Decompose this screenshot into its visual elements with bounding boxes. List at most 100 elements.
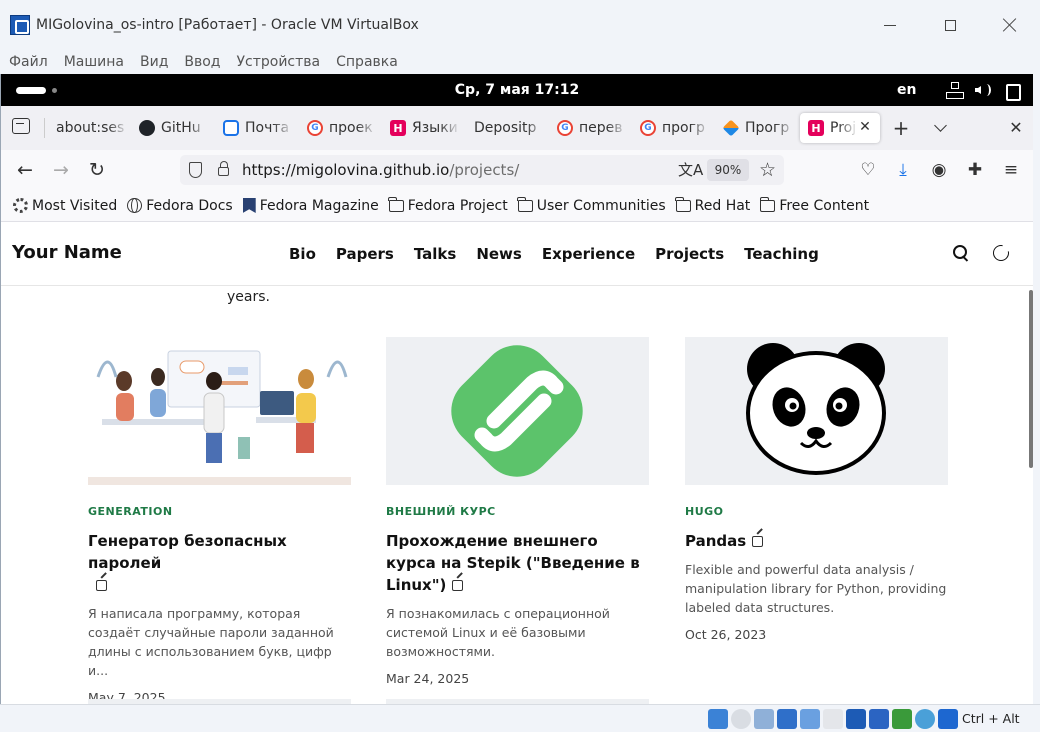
page-scrollbar[interactable] (1029, 290, 1033, 468)
external-link-icon[interactable] (752, 536, 764, 547)
forward-button[interactable]: → (49, 158, 73, 182)
project-date: Oct 26, 2023 (685, 627, 767, 642)
extensions-icon[interactable]: ✚ (963, 158, 987, 182)
project-tag[interactable]: ВНЕШНИЙ КУРС (386, 505, 649, 518)
tracking-protection-icon[interactable] (189, 162, 202, 178)
tab-github[interactable]: GitHu (139, 113, 209, 143)
tab-projects-active[interactable]: H Proj ✕ (800, 113, 880, 143)
search-icon[interactable] (952, 244, 972, 264)
lock-icon[interactable] (218, 161, 229, 176)
project-card[interactable]: ВНЕШНИЙ КУРС Прохождение внешнего курса … (386, 337, 649, 686)
address-bar[interactable]: https://migolovina.github.io/projects/ 文… (180, 155, 784, 185)
external-link-icon[interactable] (452, 580, 464, 591)
nav-papers[interactable]: Papers (336, 245, 394, 263)
external-link-icon[interactable] (96, 580, 107, 591)
account-icon[interactable]: ◉ (927, 158, 951, 182)
display-icon[interactable] (846, 709, 866, 729)
mouse-integration-icon[interactable] (915, 709, 935, 729)
new-tab-button[interactable]: + (890, 117, 912, 139)
vbox-title-bar[interactable]: MIGolovina_os-intro [Работает] - Oracle … (0, 0, 1040, 50)
tab-depositphotos[interactable]: Depositp (474, 113, 546, 143)
project-card[interactable]: HUGO Pandas Flexible and powerful data a… (685, 337, 948, 642)
bookmark-free-content[interactable]: Free Content (759, 196, 870, 214)
app-menu-icon[interactable]: ≡ (999, 158, 1023, 182)
translate-icon[interactable]: 文A (678, 159, 703, 181)
folder-icon (759, 196, 776, 212)
menu-view[interactable]: Вид (140, 54, 168, 70)
nav-experience[interactable]: Experience (542, 245, 635, 263)
downloads-icon[interactable]: ⤓ (891, 158, 915, 182)
bookmark-label: Free Content (779, 197, 870, 214)
web-page: Your Name Bio Papers Talks News Experien… (1, 222, 1033, 704)
kotlin-icon (723, 119, 740, 137)
github-icon (139, 120, 155, 136)
network-icon[interactable] (946, 82, 964, 99)
tab-close-icon[interactable]: ✕ (858, 120, 872, 134)
menu-input[interactable]: Ввод (184, 54, 220, 70)
project-card[interactable]: GENERATION Генератор безопасных паролей … (88, 337, 351, 704)
bookmark-fedora-docs[interactable]: Fedora Docs (127, 198, 233, 214)
project-title[interactable]: Pandas (685, 530, 948, 552)
tab-about-sessionrestore[interactable]: about:ses (56, 113, 128, 143)
clock[interactable]: Ср, 7 мая 17:12 (1, 74, 1033, 106)
close-browser-icon[interactable]: ✕ (1005, 117, 1027, 139)
maximize-button[interactable] (920, 0, 980, 50)
cpu-icon[interactable] (892, 709, 912, 729)
recording-icon[interactable] (869, 709, 889, 729)
tab-languages[interactable]: H Языки (390, 113, 460, 143)
tab-google-1[interactable]: G проек (307, 113, 377, 143)
list-all-tabs-icon[interactable] (934, 119, 947, 132)
menu-devices[interactable]: Устройства (237, 54, 321, 70)
site-title[interactable]: Your Name (12, 242, 122, 263)
dark-mode-icon[interactable] (992, 244, 1012, 264)
bookmark-red-hat[interactable]: Red Hat (675, 196, 750, 214)
network-adapter-icon[interactable] (777, 709, 797, 729)
bookmark-star-icon[interactable]: ☆ (759, 157, 776, 183)
menu-file[interactable]: Файл (9, 54, 48, 70)
project-title[interactable]: Прохождение внешнего курса на Stepik ("В… (386, 530, 649, 596)
nav-talks[interactable]: Talks (414, 245, 456, 263)
bookmark-fedora-magazine[interactable]: Fedora Magazine (242, 198, 379, 214)
google-icon: G (307, 120, 323, 136)
hard-disk-icon[interactable] (708, 709, 728, 729)
h-icon: H (390, 120, 406, 136)
url-text[interactable]: https://migolovina.github.io/projects/ (242, 155, 519, 185)
back-button[interactable]: ← (13, 158, 37, 182)
project-description: Flexible and powerful data analysis / ma… (685, 562, 947, 615)
menu-help[interactable]: Справка (336, 54, 398, 70)
bookmark-most-visited[interactable]: Most Visited (13, 198, 117, 214)
tab-mail[interactable]: Почта (223, 113, 293, 143)
google-icon: G (557, 120, 573, 136)
fedora-magazine-icon (242, 198, 256, 213)
keyboard-capture-icon[interactable] (938, 709, 958, 729)
shared-folders-icon[interactable] (823, 709, 843, 729)
battery-icon[interactable] (1004, 82, 1021, 101)
minimize-button[interactable] (860, 0, 920, 50)
firefox-view-button[interactable] (12, 118, 30, 134)
pocket-icon[interactable]: ♡ (856, 158, 880, 182)
tab-kotlin[interactable]: Прогр (723, 113, 795, 143)
gnome-top-bar: Ср, 7 мая 17:12 en (1, 74, 1033, 106)
project-tag[interactable]: GENERATION (88, 505, 351, 518)
menu-machine[interactable]: Машина (64, 54, 124, 70)
bookmark-user-communities[interactable]: User Communities (517, 196, 666, 214)
project-tag[interactable]: HUGO (685, 505, 948, 518)
tab-google-3[interactable]: G прогр (640, 113, 710, 143)
h-icon: H (808, 120, 824, 136)
reload-button[interactable]: ↻ (85, 158, 109, 182)
optical-drive-icon[interactable] (731, 709, 751, 729)
tab-google-2[interactable]: G перев (557, 113, 627, 143)
nav-bio[interactable]: Bio (289, 245, 316, 263)
nav-teaching[interactable]: Teaching (744, 245, 819, 263)
close-window-button[interactable] (980, 0, 1040, 50)
bookmark-fedora-project[interactable]: Fedora Project (388, 196, 508, 214)
usb-icon[interactable] (800, 709, 820, 729)
nav-news[interactable]: News (476, 245, 522, 263)
audio-icon[interactable] (754, 709, 774, 729)
zoom-indicator[interactable]: 90% (707, 159, 749, 181)
nav-projects[interactable]: Projects (655, 245, 724, 263)
volume-icon[interactable] (974, 82, 991, 98)
keyboard-layout[interactable]: en (897, 74, 916, 106)
vbox-status-bar: Ctrl + Alt (0, 704, 1040, 732)
project-title[interactable]: Генератор безопасных паролей (88, 530, 351, 596)
